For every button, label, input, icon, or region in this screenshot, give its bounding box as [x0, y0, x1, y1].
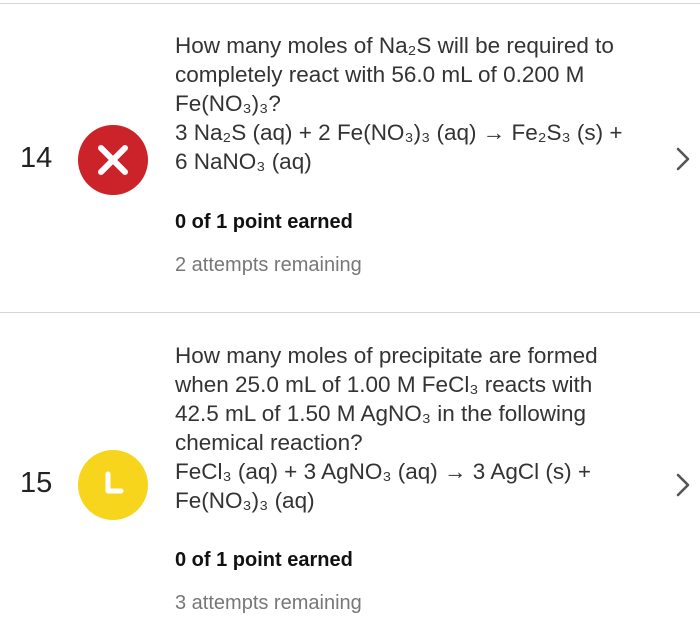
question-line: How many moles of Na₂S will be required …	[175, 33, 614, 58]
question-line: Fe(NO₃)₃ (aq)	[175, 488, 315, 513]
chevron-right-icon[interactable]	[675, 472, 691, 498]
points-earned: 0 of 1 point earned	[175, 211, 353, 233]
question-line: Fe(NO₃)₃?	[175, 91, 281, 116]
question-line: when 25.0 mL of 1.00 M FeCl₃ reacts with	[175, 372, 593, 397]
question-line: 42.5 mL of 1.50 M AgNO₃ in the following	[175, 401, 587, 426]
question-number: 15	[20, 467, 53, 499]
question-line: 3 Na₂S (aq) + 2 Fe(NO₃)₃ (aq) → Fe₂S₃ (s…	[175, 120, 623, 145]
in-progress-status-badge	[78, 450, 148, 520]
question-line: 6 NaNO₃ (aq)	[175, 149, 312, 174]
clock-icon	[105, 471, 124, 494]
incorrect-status-badge	[78, 125, 148, 195]
question-number: 14	[20, 142, 53, 174]
points-earned: 0 of 1 point earned	[175, 549, 353, 571]
question-text: How many moles of precipitate are formed…	[175, 341, 675, 515]
question-line: chemical reaction?	[175, 430, 363, 455]
question-line: completely react with 56.0 mL of 0.200 M	[175, 62, 585, 87]
question-line: FeCl₃ (aq) + 3 AgNO₃ (aq) → 3 AgCl (s) +	[175, 459, 591, 484]
close-icon	[98, 145, 128, 175]
question-row-15[interactable]: 15 How many moles of precipitate are for…	[0, 313, 700, 636]
chevron-right-icon[interactable]	[675, 146, 691, 172]
question-line: How many moles of precipitate are formed	[175, 343, 598, 368]
attempts-remaining: 3 attempts remaining	[175, 592, 362, 614]
question-row-14[interactable]: 14 How many moles of Na₂S will be requir…	[0, 0, 700, 312]
attempts-remaining: 2 attempts remaining	[175, 254, 362, 276]
question-text: How many moles of Na₂S will be required …	[175, 31, 675, 176]
